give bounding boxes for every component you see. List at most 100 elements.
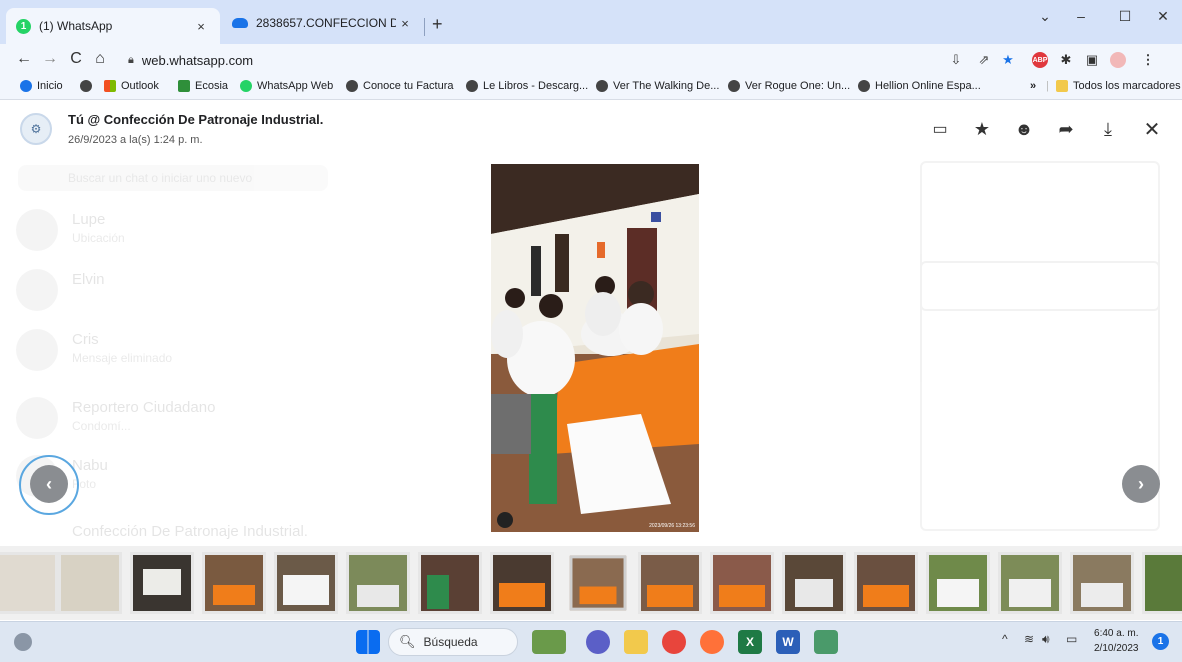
widgets-icon[interactable] <box>14 633 32 651</box>
tab-whatsapp[interactable]: 1 (1) WhatsApp × <box>6 8 220 44</box>
side-panel-icon[interactable]: ▣ <box>1084 52 1100 68</box>
bookmark-star-icon[interactable]: ★ <box>1000 52 1016 68</box>
microsoft-icon <box>104 80 116 92</box>
star-icon[interactable]: ★ <box>970 117 994 141</box>
taskbar-search-input[interactable]: 🔍︎ Búsqueda <box>388 628 518 656</box>
chrome-icon[interactable] <box>662 630 686 654</box>
tab-separator <box>424 18 425 36</box>
globe-icon <box>80 80 92 92</box>
media-thumbnail-strip <box>0 546 1182 620</box>
close-icon[interactable]: ✕ <box>1140 117 1164 141</box>
globe-icon <box>596 80 608 92</box>
bookmarks-bar: Inicio Outlook Ecosia WhatsApp Web Conoc… <box>0 76 1182 100</box>
clock-date: 2/10/2023 <box>1094 643 1139 654</box>
menu-kebab-icon[interactable]: ⋮ <box>1140 52 1156 68</box>
new-tab-button[interactable]: + <box>432 14 443 35</box>
file-explorer-icon[interactable] <box>624 630 648 654</box>
photo-image <box>491 164 699 532</box>
media-thumbnail[interactable] <box>926 552 990 614</box>
media-thumbnail[interactable] <box>1142 552 1182 614</box>
share-icon[interactable]: ⇗ <box>976 52 992 68</box>
windows-taskbar: 🔍︎ Búsqueda X W ^ ≋ 🔊︎ ▭ 6:40 a. m. 2/10… <box>0 621 1182 662</box>
reload-icon[interactable]: C <box>66 50 86 68</box>
bookmark-rogue-one[interactable]: Ver Rogue One: Un... <box>728 80 850 92</box>
start-button-icon[interactable] <box>356 630 380 654</box>
media-thumbnail-selected[interactable] <box>569 555 627 611</box>
battery-icon[interactable]: ▭ <box>1066 632 1077 646</box>
home-icon[interactable]: ⌂ <box>90 50 110 68</box>
next-media-button[interactable]: › <box>1122 465 1160 503</box>
globe-icon <box>728 80 740 92</box>
bookmark-ecosia[interactable]: Ecosia <box>178 80 228 92</box>
teams-chat-icon[interactable] <box>586 630 610 654</box>
sender-name: Tú @ Confección De Patronaje Industrial. <box>68 112 324 127</box>
extensions-puzzle-icon[interactable]: ✱ <box>1058 52 1074 68</box>
emoji-react-icon[interactable]: ☻ <box>1012 117 1036 141</box>
tab-close-button[interactable]: × <box>396 16 414 31</box>
reply-icon[interactable]: ▭ <box>928 117 952 141</box>
notification-badge[interactable]: 1 <box>1152 633 1169 650</box>
back-icon[interactable]: ← <box>14 50 34 68</box>
maximize-button[interactable]: ☐ <box>1110 8 1140 25</box>
media-thumbnail[interactable] <box>418 552 482 614</box>
bookmark-outlook[interactable]: Outlook <box>104 80 159 92</box>
taskbar-clock[interactable]: 6:40 a. m. 2/10/2023 <box>1094 626 1139 656</box>
media-thumbnail[interactable] <box>202 552 266 614</box>
more-bookmarks-button[interactable]: » <box>1030 80 1036 92</box>
tab-title: 2838657.CONFECCION DE SHOI <box>256 16 396 30</box>
url-text: web.whatsapp.com <box>141 52 254 68</box>
download-icon[interactable]: ⤓ <box>1096 117 1120 141</box>
whatsapp-icon: 1 <box>16 18 31 34</box>
volume-icon[interactable]: 🔊︎ <box>1042 632 1050 647</box>
previous-media-button[interactable]: ‹ <box>30 465 68 503</box>
bookmark-inicio[interactable]: Inicio <box>20 80 63 92</box>
show-hidden-icons-chevron-icon[interactable]: ^ <box>1002 632 1008 646</box>
media-viewer-header: ⚙ Tú @ Confección De Patronaje Industria… <box>0 101 1182 157</box>
bookmark-whatsapp-web[interactable]: WhatsApp Web <box>240 80 333 92</box>
forward-icon[interactable]: ➦ <box>1054 117 1078 141</box>
media-thumbnail[interactable] <box>130 552 194 614</box>
url-bar[interactable]: 🔒︎ web.whatsapp.com <box>110 47 1010 73</box>
list-item: Reportero Ciudadano Condomí... <box>16 397 346 447</box>
globe-icon <box>858 80 870 92</box>
profile-avatar-icon[interactable] <box>1110 52 1126 68</box>
browser-tab-bar: 1 (1) WhatsApp × 2838657.CONFECCION DE S… <box>0 0 1182 44</box>
wifi-icon[interactable]: ≋ <box>1024 632 1034 646</box>
globe-icon <box>346 80 358 92</box>
media-thumbnail[interactable] <box>710 552 774 614</box>
media-thumbnail[interactable] <box>998 552 1062 614</box>
media-thumbnail[interactable] <box>1070 552 1134 614</box>
media-thumbnail[interactable] <box>782 552 846 614</box>
tab-close-button[interactable]: × <box>192 19 210 34</box>
word-icon[interactable]: W <box>776 630 800 654</box>
bookmark-walking-dead[interactable]: Ver The Walking De... <box>596 80 719 92</box>
bookmark-hellion[interactable]: Hellion Online Espa... <box>858 80 981 92</box>
excel-icon[interactable]: X <box>738 630 762 654</box>
app-icon[interactable] <box>814 630 838 654</box>
avatar[interactable]: ⚙ <box>20 113 52 145</box>
bookmark-globe[interactable] <box>80 80 97 92</box>
tab-search-button[interactable]: ⌄ <box>1030 8 1060 25</box>
firefox-icon[interactable] <box>700 630 724 654</box>
tab-onedrive-document[interactable]: 2838657.CONFECCION DE SHOI × <box>222 8 424 38</box>
adblock-icon[interactable]: ABP <box>1032 52 1048 68</box>
forward-icon[interactable]: → <box>40 50 60 68</box>
minimize-button[interactable]: – <box>1066 8 1096 24</box>
media-thumbnail[interactable] <box>0 552 58 614</box>
bookmark-le-libros[interactable]: Le Libros - Descarg... <box>466 80 588 92</box>
media-thumbnail[interactable] <box>638 552 702 614</box>
chevron-left-icon: ‹ <box>46 473 52 494</box>
install-app-icon[interactable]: ⇩ <box>948 52 964 68</box>
media-photo[interactable]: 2023/09/26 13:23:56 <box>491 164 699 532</box>
chevron-right-icon: › <box>1138 473 1144 494</box>
close-window-button[interactable]: ✕ <box>1148 8 1178 25</box>
all-bookmarks-folder[interactable]: Todos los marcadores <box>1056 80 1181 92</box>
bookmark-conoce-factura[interactable]: Conoce tu Factura <box>346 80 454 92</box>
task-view-icon[interactable] <box>532 630 566 654</box>
media-thumbnail[interactable] <box>854 552 918 614</box>
cloud-icon <box>232 18 248 28</box>
media-thumbnail[interactable] <box>274 552 338 614</box>
media-thumbnail[interactable] <box>346 552 410 614</box>
media-thumbnail[interactable] <box>58 552 122 614</box>
media-thumbnail[interactable] <box>490 552 554 614</box>
